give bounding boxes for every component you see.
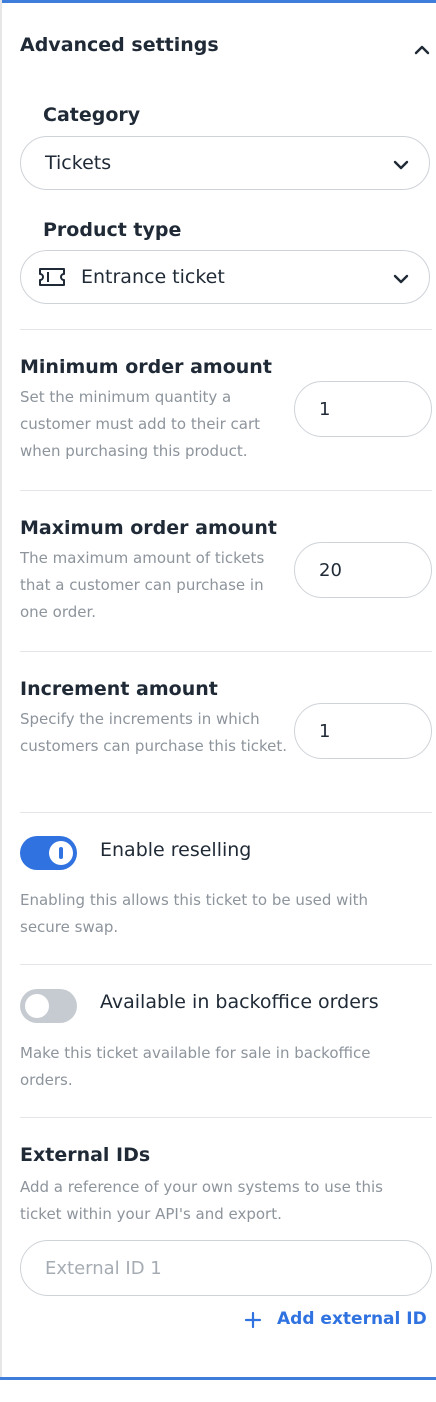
minimum-order-input[interactable] <box>294 381 432 437</box>
backoffice-description: Make this ticket available for sale in b… <box>20 1044 371 1089</box>
ticket-icon <box>39 268 65 286</box>
external-ids-title: External IDs <box>20 1144 151 1166</box>
reselling-description: Enabling this allows this ticket to be u… <box>20 891 368 936</box>
chevron-down-icon <box>393 160 409 170</box>
category-value: Tickets <box>45 152 112 174</box>
increment-description: Specify the increments in which customer… <box>20 710 288 755</box>
minimum-order-description: Set the minimum quantity a customer must… <box>20 388 261 460</box>
increment-input[interactable] <box>294 703 432 759</box>
divider <box>20 812 432 813</box>
reselling-label: Enable reselling <box>100 839 252 861</box>
panel-title: Advanced settings <box>20 34 219 56</box>
advanced-settings-panel: Advanced settings Category Tickets Produ… <box>0 0 436 1402</box>
divider <box>20 651 432 652</box>
panel-left-border <box>0 0 2 1380</box>
chevron-down-icon <box>393 274 409 284</box>
minimum-order-title: Minimum order amount <box>20 356 272 378</box>
product-type-label: Product type <box>43 219 182 241</box>
divider <box>20 490 432 491</box>
panel-top-border <box>0 0 436 3</box>
divider <box>20 964 432 965</box>
category-select[interactable]: Tickets <box>20 136 430 190</box>
collapse-button[interactable] <box>408 36 436 64</box>
maximum-order-title: Maximum order amount <box>20 517 277 539</box>
external-id-input[interactable] <box>20 1240 432 1296</box>
chevron-up-icon <box>414 45 430 55</box>
divider <box>20 329 432 330</box>
add-external-id-label: Add external ID <box>277 1309 427 1329</box>
backoffice-label: Available in backoffice orders <box>100 991 379 1013</box>
reselling-toggle[interactable] <box>20 836 77 870</box>
backoffice-toggle[interactable] <box>20 989 77 1023</box>
panel-bottom-border <box>0 1377 436 1380</box>
external-ids-description: Add a reference of your own systems to u… <box>20 1178 383 1223</box>
product-type-select[interactable]: Entrance ticket <box>20 250 430 304</box>
divider <box>20 1117 432 1118</box>
category-label: Category <box>43 104 141 126</box>
product-type-value: Entrance ticket <box>81 266 225 288</box>
toggle-knob <box>49 841 73 865</box>
maximum-order-description: The maximum amount of tickets that a cus… <box>20 549 265 621</box>
plus-icon <box>244 1311 262 1329</box>
increment-title: Increment amount <box>20 678 218 700</box>
toggle-knob <box>25 994 49 1018</box>
maximum-order-input[interactable] <box>294 542 432 598</box>
